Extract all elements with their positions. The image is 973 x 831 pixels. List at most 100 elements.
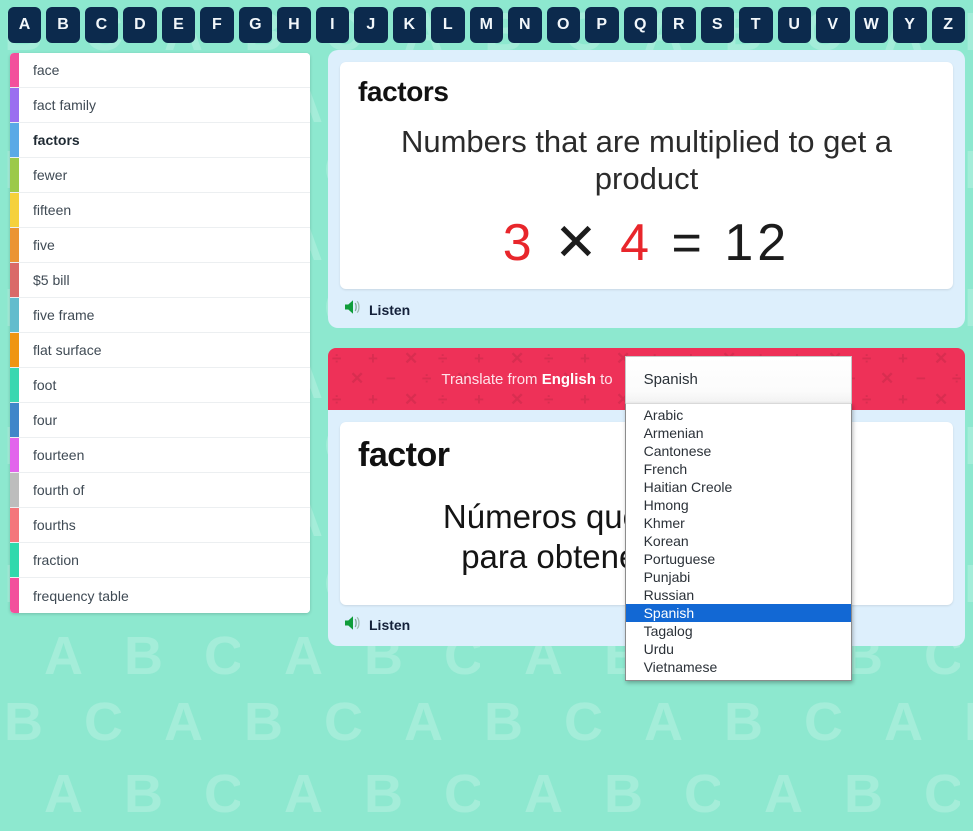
word-list-item-label: flat surface: [33, 342, 102, 358]
word-list-item[interactable]: five frame: [10, 298, 310, 333]
alphabet-button-i[interactable]: I: [315, 6, 350, 43]
alphabet-button-r[interactable]: R: [662, 6, 696, 43]
translate-bar: ÷ + ✕ ✕ − ÷ Translate from English to Sp…: [328, 348, 965, 681]
alphabet-button-g[interactable]: G: [238, 6, 273, 43]
alphabet-button-v[interactable]: V: [816, 6, 850, 43]
alphabet-button-f[interactable]: F: [200, 6, 234, 43]
language-option[interactable]: Hmong: [626, 496, 851, 514]
word-color-swatch: [10, 543, 19, 577]
word-list-item-label: five frame: [33, 307, 95, 323]
language-option[interactable]: Arabic: [626, 406, 851, 424]
alphabet-button-h[interactable]: H: [277, 6, 311, 43]
english-definition-panel: factors Numbers that are multiplied to g…: [328, 50, 965, 329]
word-list-item[interactable]: fact family: [10, 88, 310, 123]
language-option[interactable]: Punjabi: [626, 568, 851, 586]
language-select-value[interactable]: Spanish: [624, 355, 852, 403]
language-option[interactable]: Korean: [626, 532, 851, 550]
alphabet-button-d[interactable]: D: [123, 6, 157, 43]
language-option[interactable]: Haitian Creole: [626, 478, 851, 496]
listen-button-translated[interactable]: Listen: [340, 615, 410, 636]
word-list-item[interactable]: frequency table: [10, 578, 310, 613]
translate-label: Translate from English to: [441, 371, 612, 388]
word-list-item[interactable]: fraction: [10, 543, 310, 578]
alphabet-button-n[interactable]: N: [508, 6, 542, 43]
alphabet-button-a[interactable]: A: [8, 6, 42, 43]
equation-factor-b: 4: [620, 214, 654, 273]
language-option[interactable]: Vietnamese: [626, 658, 851, 676]
equation-product: 12: [724, 214, 791, 273]
language-option[interactable]: Armenian: [626, 424, 851, 442]
word-list-item-label: foot: [33, 377, 57, 393]
word-list-item-label: frequency table: [33, 587, 129, 604]
english-definition: Numbers that are multiplied to get a pro…: [400, 124, 893, 196]
word-list-item-label: five: [33, 237, 55, 253]
alphabet-button-p[interactable]: P: [585, 6, 619, 43]
word-color-swatch: [10, 53, 19, 87]
language-option[interactable]: Spanish: [625, 603, 851, 622]
listen-label-english: Listen: [369, 301, 411, 318]
alphabet-button-b[interactable]: B: [46, 6, 80, 43]
word-list-item[interactable]: foot: [10, 368, 310, 403]
content-column: factors Numbers that are multiplied to g…: [328, 50, 965, 681]
alphabet-button-c[interactable]: C: [84, 6, 119, 43]
example-equation: 3 ✕ 4 = 12: [358, 217, 935, 269]
word-list-item[interactable]: fourteen: [10, 438, 310, 473]
alphabet-button-m[interactable]: M: [469, 6, 504, 43]
translate-suffix: to: [600, 370, 613, 388]
speaker-icon: [344, 299, 362, 320]
english-flashcard: factors Numbers that are multiplied to g…: [340, 62, 953, 290]
word-list-item[interactable]: five: [10, 228, 310, 263]
translate-prefix: Translate from: [441, 370, 538, 388]
language-option[interactable]: Khmer: [626, 514, 851, 532]
word-list-item[interactable]: factors: [10, 123, 310, 158]
source-language: English: [541, 370, 596, 388]
alphabet-button-k[interactable]: K: [392, 6, 427, 43]
language-select[interactable]: Spanish Arabic Armenian Cantonese French Hai…: [624, 355, 852, 681]
alphabet-button-w[interactable]: W: [854, 6, 889, 43]
word-color-swatch: [10, 263, 19, 297]
alphabet-button-l[interactable]: L: [431, 6, 465, 43]
alphabet-button-u[interactable]: U: [777, 6, 812, 43]
language-option[interactable]: Russian: [626, 586, 851, 604]
word-list-item-label: fourth of: [33, 482, 85, 498]
alphabet-button-z[interactable]: Z: [931, 6, 966, 43]
word-color-swatch: [10, 158, 19, 192]
word-list-item[interactable]: flat surface: [10, 333, 310, 368]
language-option[interactable]: Cantonese: [626, 442, 851, 460]
word-list-item[interactable]: fourth of: [10, 473, 310, 508]
language-option[interactable]: French: [626, 460, 851, 478]
alphabet-button-j[interactable]: J: [354, 6, 388, 43]
english-term: factors: [358, 76, 449, 107]
word-color-swatch: [10, 403, 19, 437]
word-list-item[interactable]: four: [10, 403, 310, 438]
listen-button-english[interactable]: Listen: [340, 299, 410, 320]
word-color-swatch: [10, 438, 19, 472]
word-list-item-label: fourths: [33, 517, 76, 533]
word-list-item[interactable]: fewer: [10, 158, 310, 193]
word-list-item[interactable]: face: [10, 53, 310, 88]
word-color-swatch: [10, 123, 19, 157]
alphabet-button-q[interactable]: Q: [623, 6, 658, 43]
word-list-item[interactable]: fourths: [10, 508, 310, 543]
alphabet-button-y[interactable]: Y: [893, 6, 927, 43]
word-color-swatch: [10, 578, 19, 613]
alphabet-button-e[interactable]: E: [161, 6, 196, 43]
word-color-swatch: [10, 368, 19, 402]
word-list-item-label: factors: [33, 132, 80, 148]
word-list-item[interactable]: $5 bill: [10, 263, 310, 298]
word-color-swatch: [10, 193, 19, 227]
word-list-item[interactable]: fifteen: [10, 193, 310, 228]
alphabet-button-s[interactable]: S: [700, 6, 735, 43]
word-list-item-label: four: [33, 412, 58, 428]
word-list: face fact family factors fewer fifteen five $5…: [10, 53, 310, 613]
language-option[interactable]: Portuguese: [626, 550, 851, 568]
word-color-swatch: [10, 228, 19, 262]
word-color-swatch: [10, 508, 19, 542]
alphabet-button-o[interactable]: O: [546, 6, 581, 43]
language-option[interactable]: Urdu: [626, 640, 851, 658]
word-color-swatch: [10, 473, 19, 507]
word-list-item-label: fact family: [33, 97, 97, 113]
alphabet-button-t[interactable]: T: [739, 6, 773, 43]
language-option[interactable]: Tagalog: [626, 622, 851, 640]
listen-label-translated: Listen: [369, 617, 411, 634]
